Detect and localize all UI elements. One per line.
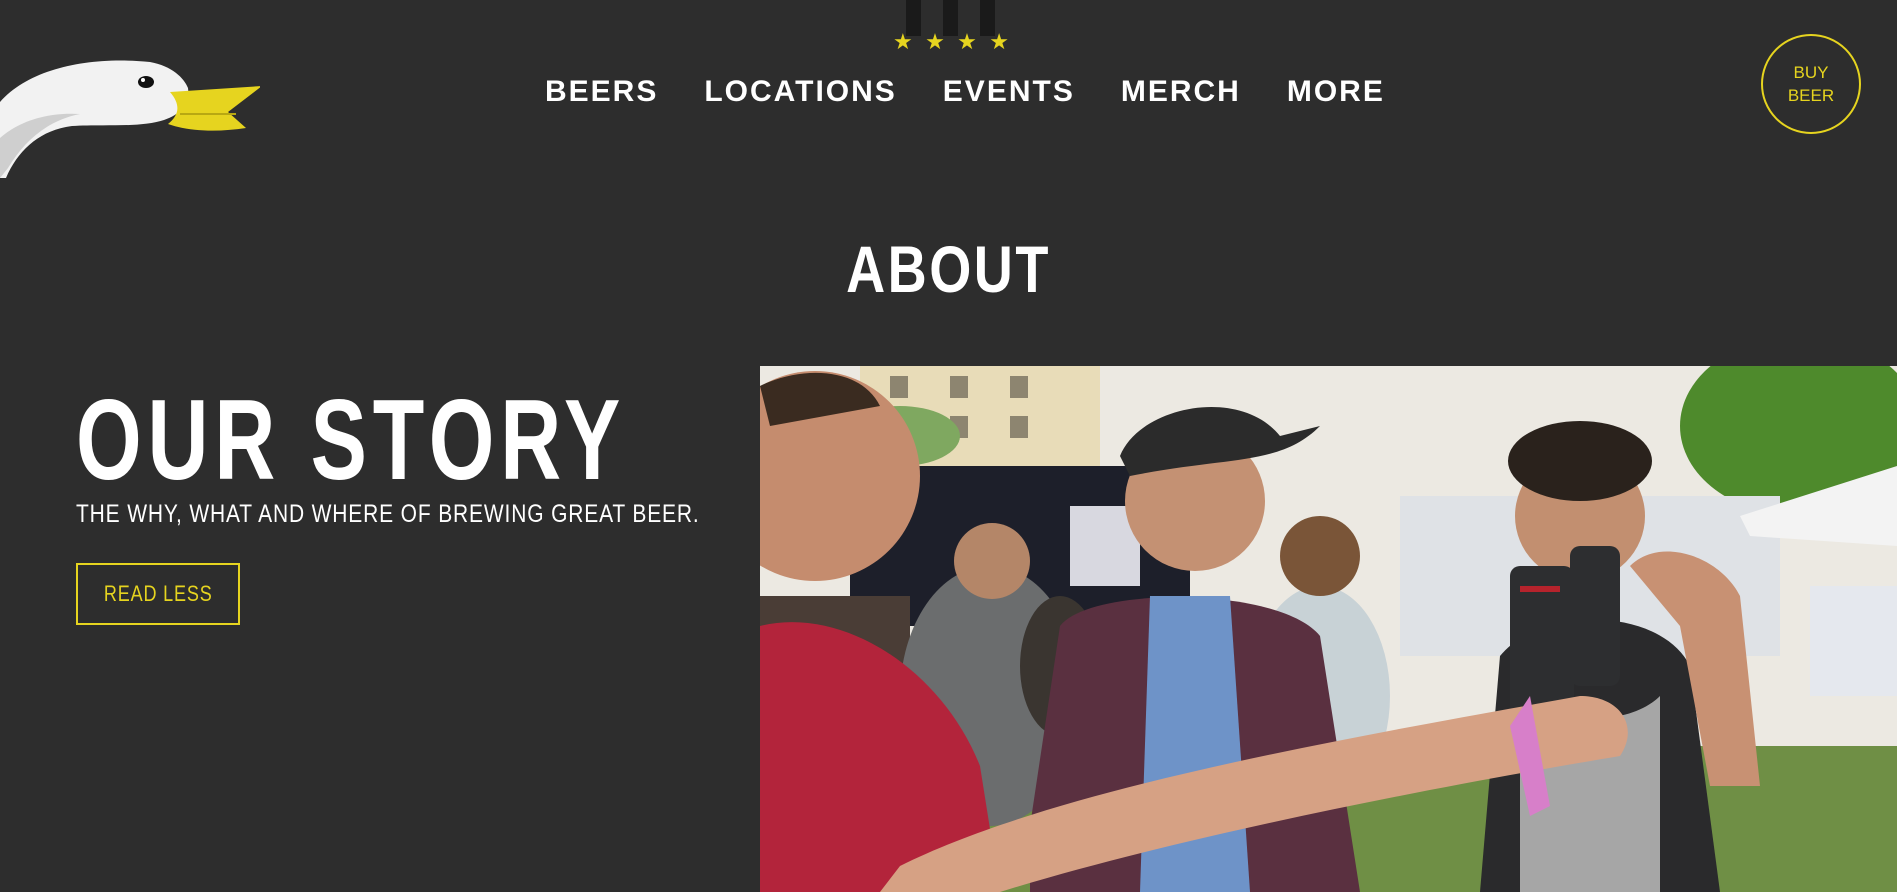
star-icon: ★	[989, 30, 1009, 55]
buy-beer-label-line1: BUY	[1793, 63, 1829, 82]
read-less-button[interactable]: READ LESS	[76, 563, 240, 625]
buy-beer-button[interactable]: BUY BEER	[1761, 34, 1861, 134]
page-title: ABOUT	[846, 232, 1051, 306]
story-heading: OUR STORY	[76, 377, 627, 504]
nav-item-more[interactable]: MORE	[1287, 72, 1385, 112]
read-less-label: READ LESS	[103, 581, 213, 606]
swan-head-logo-icon	[0, 60, 260, 178]
nav-item-merch[interactable]: MERCH	[1121, 72, 1241, 112]
star-icon: ★	[957, 30, 977, 55]
swan-logo[interactable]	[0, 28, 260, 178]
star-icon: ★	[925, 30, 945, 55]
buy-beer-label-line2: BEER	[1787, 86, 1835, 105]
stars-decoration: ★ ★ ★ ★	[893, 28, 1009, 58]
story-photo	[760, 366, 1897, 892]
main-nav: BEERS LOCATIONS EVENTS MERCH MORE	[545, 72, 1385, 112]
star-icon: ★	[893, 30, 913, 55]
nav-item-events[interactable]: EVENTS	[943, 72, 1075, 112]
nav-item-locations[interactable]: LOCATIONS	[704, 72, 896, 112]
friends-toasting-beer-cans-photo	[760, 366, 1897, 892]
nav-item-beers[interactable]: BEERS	[545, 72, 658, 112]
story-subtitle: THE WHY, WHAT AND WHERE OF BREWING GREAT…	[76, 500, 700, 528]
